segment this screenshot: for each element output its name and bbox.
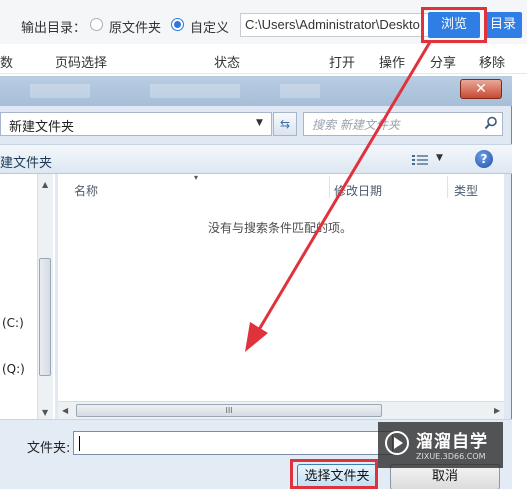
directory-button[interactable]: 目录: [484, 12, 522, 38]
view-icon[interactable]: [412, 154, 428, 166]
watermark: 溜溜自学 ZIXUE.3D66.COM: [378, 422, 503, 468]
command-bar: 建文件夹 ▼ ?: [0, 144, 512, 174]
file-table-header: 数 页码选择 状态 打开 操作 分享 移除: [0, 44, 527, 74]
new-folder-button[interactable]: 建文件夹: [0, 152, 52, 171]
col-count: 数: [0, 56, 14, 71]
scroll-right-icon[interactable]: ▶: [494, 406, 500, 415]
scroll-down-icon[interactable]: ▼: [42, 408, 48, 417]
search-icon[interactable]: [484, 116, 498, 130]
radio-source-folder-label[interactable]: 原文件夹: [109, 17, 161, 36]
nav-item-q-drive[interactable]: (Q:): [2, 362, 25, 376]
folder-label: 文件夹:: [27, 441, 71, 456]
titlebar-ghost: [150, 84, 240, 98]
select-highlight-box: [290, 459, 378, 489]
text-caret: [79, 436, 80, 451]
titlebar-ghost: [280, 84, 320, 98]
watermark-url: ZIXUE.3D66.COM: [416, 452, 486, 461]
titlebar-ghost: [30, 84, 90, 98]
browse-highlight-box: [421, 7, 487, 43]
search-input[interactable]: 搜索 新建文件夹: [303, 112, 503, 136]
radio-custom[interactable]: [171, 18, 184, 31]
chevron-down-icon[interactable]: ▼: [436, 153, 443, 163]
horizontal-scroll-thumb[interactable]: III: [76, 404, 382, 417]
empty-search-message: 没有与搜索条件匹配的项。: [208, 221, 353, 235]
scroll-up-icon[interactable]: ▲: [42, 180, 48, 189]
output-path-input[interactable]: C:\Users\Administrator\Deskto: [240, 13, 430, 37]
col-action: 操作: [379, 56, 406, 71]
folder-name-input[interactable]: [73, 431, 393, 455]
col-date-modified[interactable]: 修改日期: [334, 182, 382, 199]
nav-scroll-thumb[interactable]: [39, 258, 51, 376]
play-logo-icon: [385, 431, 409, 455]
column-divider[interactable]: [329, 176, 330, 198]
file-list-pane: 名称 ▾ 修改日期 类型 没有与搜索条件匹配的项。: [58, 173, 504, 419]
refresh-icon[interactable]: ⇆: [273, 112, 297, 136]
sort-indicator-icon: ▾: [194, 173, 199, 182]
dialog-titlebar: ✕: [0, 76, 512, 106]
help-icon[interactable]: ?: [475, 150, 493, 168]
col-share: 分享: [430, 56, 457, 71]
scroll-left-icon[interactable]: ◀: [62, 406, 68, 415]
col-type[interactable]: 类型: [454, 182, 478, 199]
col-page-select: 页码选择: [55, 56, 108, 71]
watermark-title: 溜溜自学: [416, 432, 488, 452]
col-remove: 移除: [479, 56, 506, 71]
column-divider[interactable]: [447, 176, 448, 198]
address-bar[interactable]: 新建文件夹: [0, 112, 272, 136]
chevron-down-icon[interactable]: ▼: [256, 118, 263, 128]
col-name[interactable]: 名称: [74, 182, 98, 199]
nav-item-c-drive[interactable]: (C:): [2, 316, 24, 330]
radio-custom-label[interactable]: 自定义: [190, 17, 229, 36]
col-status: 状态: [214, 56, 241, 71]
close-icon[interactable]: ✕: [460, 79, 502, 99]
radio-source-folder[interactable]: [90, 18, 103, 31]
output-dir-label: 输出目录：: [21, 21, 87, 36]
col-open: 打开: [329, 56, 356, 71]
